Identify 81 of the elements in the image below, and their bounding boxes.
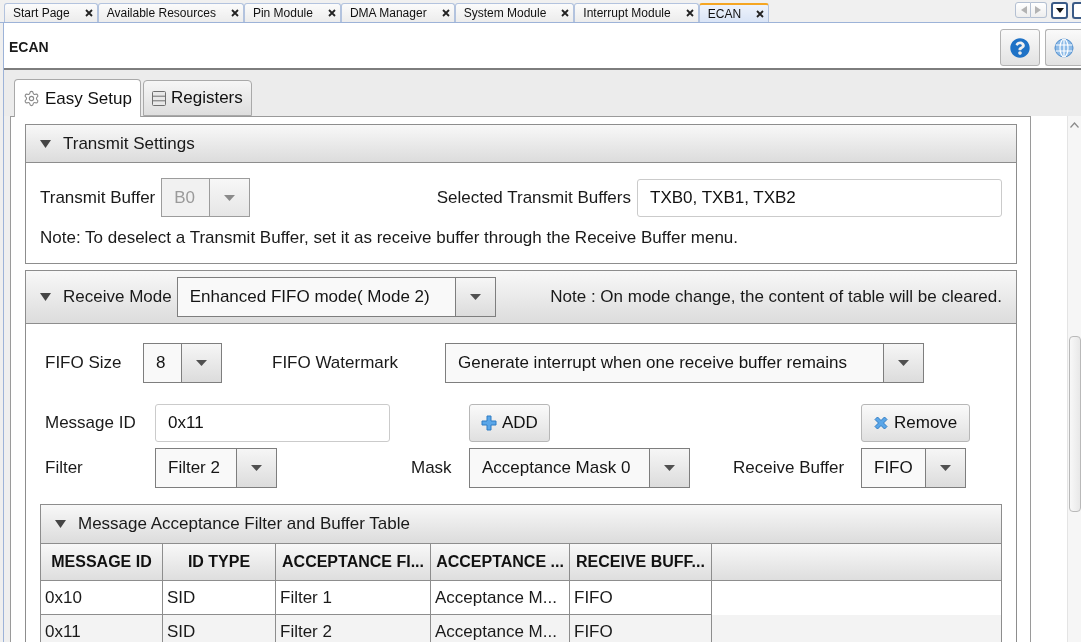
document-tab[interactable]: Start Page [4,3,98,22]
caret-icon [664,465,675,471]
left-arrow-icon [1019,6,1027,14]
field-label: Transmit Buffer [40,187,156,208]
x-mark-icon [873,415,889,431]
filter-dropdown[interactable]: Filter 2 [155,448,277,488]
column-header[interactable]: ACCEPTANCE ... [431,544,570,581]
close-icon[interactable] [230,9,239,17]
field-label: Selected Transmit Buffers [436,187,631,208]
caret-icon [939,465,951,471]
fifo-size-dropdown[interactable]: 8 [143,343,222,383]
field-label: Message ID [45,413,136,433]
caret-icon[interactable] [55,520,66,528]
close-icon[interactable] [441,9,450,17]
caret-icon [251,465,262,471]
table-cell: 0x11 [41,615,163,642]
globe-icon [1053,37,1074,58]
caret-icon [469,294,481,300]
view-tab[interactable]: Registers [142,80,252,116]
selected-buffers-field[interactable]: TXB0, TXB1, TXB2 [637,178,1002,217]
table-cell: Acceptance M... [431,615,570,642]
field-label: Receive Buffer [733,458,845,478]
close-icon[interactable] [756,9,765,18]
document-tab[interactable]: Interrupt Module [574,3,699,22]
column-header[interactable]: RECEIVE BUFF... [570,544,712,581]
column-header[interactable]: MESSAGE ID [41,544,163,581]
close-icon[interactable] [561,9,570,17]
list-icon [151,90,166,106]
close-icon[interactable] [84,9,93,17]
table-cell: Filter 2 [276,615,431,642]
document-tab[interactable]: ECAN [698,3,770,22]
add-button[interactable]: ADD [469,404,550,442]
field-label: Mask [411,458,452,478]
fifo-watermark-dropdown[interactable]: Generate interrupt when one receive buffer remains [445,343,924,383]
help-icon [1010,37,1030,58]
document-tab[interactable]: DMA Manager [340,3,455,22]
right-arrow-icon [1035,6,1042,14]
field-label: FIFO Size [45,353,123,373]
document-tab[interactable]: Available Resources [97,3,244,22]
table-cell: SID [163,615,276,642]
scrollbar[interactable] [1067,116,1081,642]
note-text: Note: To deselect a Transmit Buffer, set it as receive buffer through the Receive Buffer menu. [40,228,739,248]
window-control-button[interactable] [1072,1,1081,19]
tab-list-button[interactable] [1051,1,1068,19]
page-title: ECAN [9,39,49,55]
caret-icon [196,360,207,366]
close-icon[interactable] [685,9,694,17]
scrollbar-thumb[interactable] [1068,336,1081,512]
column-header[interactable]: ID TYPE [163,544,276,581]
note-text: Note : On mode change, the content of table will be cleared. [550,287,1002,307]
caret-icon [1055,7,1064,13]
gear-icon [23,90,40,107]
receive-mode-dropdown[interactable]: Enhanced FIFO mode( Mode 2) [176,277,496,317]
receive-buffer-dropdown[interactable]: FIFO [861,448,966,488]
section-title: Transmit Settings [63,133,195,154]
caret-icon [224,194,236,201]
help-button[interactable] [1000,29,1040,66]
view-tab[interactable]: Easy Setup [14,79,141,117]
mask-dropdown[interactable]: Acceptance Mask 0 [469,448,690,488]
field-label: Filter [45,458,83,478]
globe-button[interactable] [1045,29,1081,66]
document-tab[interactable]: System Module [454,3,575,22]
table-cell: SID [163,581,276,615]
column-header[interactable]: ACCEPTANCE FI... [276,544,431,581]
table-cell: Filter 1 [276,581,431,615]
caret-icon[interactable] [40,139,51,148]
field-label: Receive Mode [63,287,172,307]
table-cell: FIFO [570,581,712,615]
section-title: Message Acceptance Filter and Buffer Table [78,514,410,534]
table-cell: FIFO [570,615,712,642]
table-cell: 0x10 [41,581,163,615]
table-cell: Acceptance M... [431,581,570,615]
document-tab[interactable]: Pin Module [243,3,341,22]
caret-icon[interactable] [40,293,51,301]
field-label: FIFO Watermark [272,353,399,373]
plus-icon [481,415,497,431]
remove-button[interactable]: Remove [861,404,970,442]
caret-icon [898,360,909,366]
scroll-up-icon[interactable] [1070,122,1079,128]
close-icon[interactable] [327,9,336,17]
message-id-field[interactable]: 0x11 [155,404,390,442]
